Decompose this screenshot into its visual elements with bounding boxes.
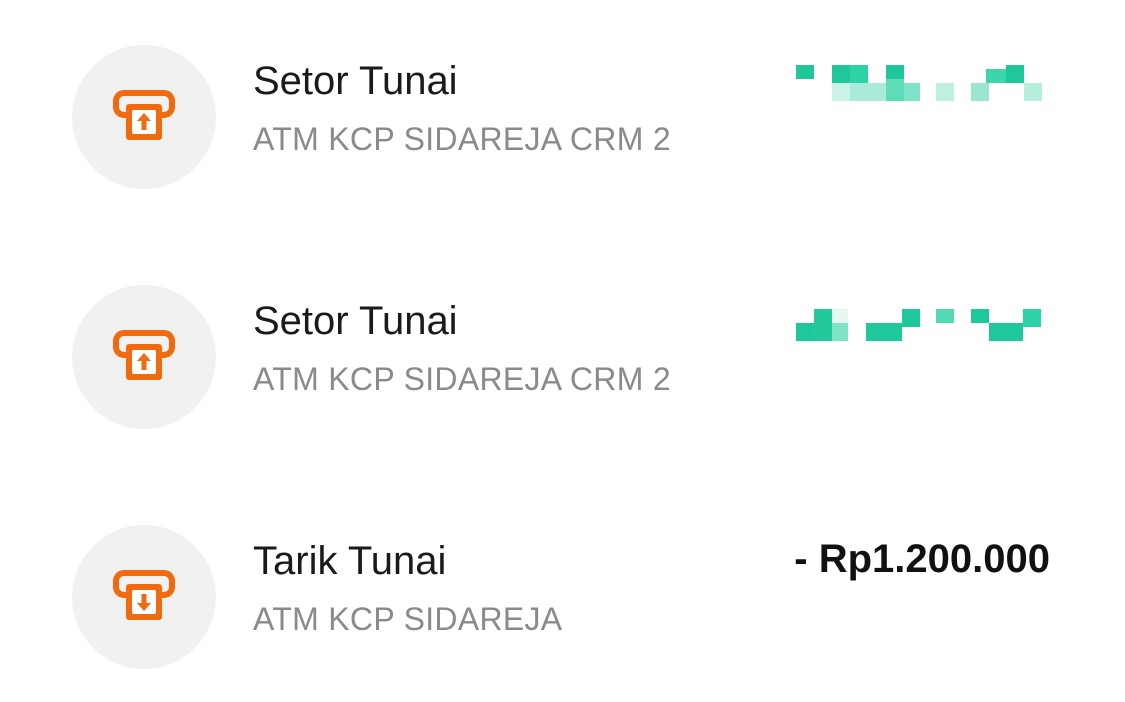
transaction-icon-container [72, 525, 216, 669]
transaction-title: Tarik Tunai [253, 539, 447, 583]
transaction-row[interactable]: Setor Tunai ATM KCP SIDAREJA CRM 2 [0, 285, 1125, 435]
transaction-icon-container [72, 285, 216, 429]
transaction-title: Setor Tunai [253, 299, 458, 343]
masked-amount [796, 65, 1042, 101]
masked-amount [796, 305, 1042, 341]
atm-deposit-icon [113, 330, 175, 380]
atm-deposit-icon [113, 90, 175, 140]
atm-withdraw-icon [113, 570, 175, 620]
transaction-location: ATM KCP SIDAREJA CRM 2 [253, 121, 671, 157]
transaction-location: ATM KCP SIDAREJA CRM 2 [253, 361, 671, 397]
transaction-row[interactable]: Setor Tunai ATM KCP SIDAREJA CRM 2 [0, 45, 1125, 195]
transaction-icon-container [72, 45, 216, 189]
transaction-row[interactable]: Tarik Tunai ATM KCP SIDAREJA - Rp1.200.0… [0, 525, 1125, 675]
transaction-location: ATM KCP SIDAREJA [253, 601, 563, 637]
transaction-amount: - Rp1.200.000 [794, 537, 1050, 581]
transaction-title: Setor Tunai [253, 59, 458, 103]
